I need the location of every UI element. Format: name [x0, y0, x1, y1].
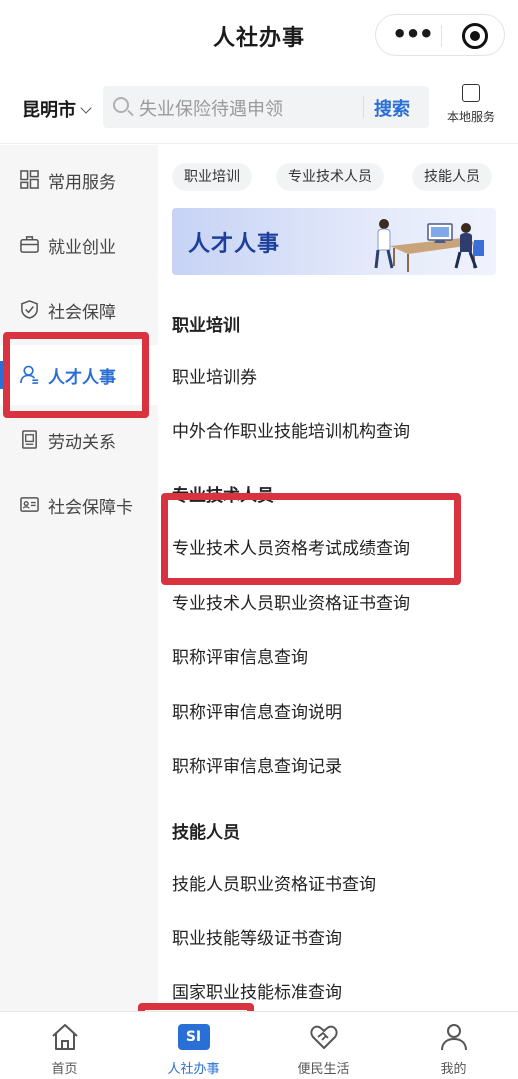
sidebar-item-label: 社会保障卡	[48, 498, 133, 518]
city-label: 昆明市	[22, 100, 76, 121]
sidebar-item-talent-personnel[interactable]: 人才人事	[0, 345, 158, 405]
target-icon[interactable]	[462, 23, 488, 49]
home-icon	[51, 1024, 78, 1050]
sidebar-item-social-security[interactable]: 社会保障	[0, 280, 158, 340]
id-card-icon	[20, 497, 39, 512]
chip-skilled-personnel[interactable]: 技能人员	[412, 163, 492, 191]
tab-label: 我的	[440, 1062, 467, 1077]
service-item[interactable]: 专业技术人员资格考试成绩查询	[172, 534, 410, 559]
sidebar-item-employment[interactable]: 就业创业	[0, 215, 158, 275]
search-button[interactable]: 搜索	[374, 95, 410, 121]
tab-label: 便民生活	[297, 1062, 350, 1077]
title-bar: 人社办事 •••	[0, 0, 518, 72]
section-title: 职业培训	[172, 316, 240, 336]
banner-title: 人才人事	[188, 232, 281, 257]
office-meeting-illustration	[374, 219, 484, 272]
contract-icon	[22, 430, 37, 449]
tab-label: 首页	[51, 1062, 78, 1077]
more-dots-icon[interactable]: •••	[392, 22, 434, 47]
chevron-down-icon	[80, 102, 92, 114]
service-list-panel: 职业培训 专业技术人员 技能人员 人才人事 职业培训 职业培训券 中外合作职业技…	[158, 145, 518, 1011]
sidebar-item-label: 人才人事	[48, 368, 116, 388]
chip-professional-technical[interactable]: 专业技术人员	[276, 163, 384, 191]
capsule-divider	[441, 25, 442, 47]
tab-convenient-life[interactable]: 便民生活	[259, 1012, 388, 1079]
service-item[interactable]: 职称评审信息查询	[172, 643, 308, 668]
city-selector[interactable]: 昆明市	[22, 96, 92, 122]
local-service-button[interactable]: 本地服务	[440, 84, 502, 125]
sidebar-item-common[interactable]: 常用服务	[0, 150, 158, 210]
chip-vocational-training[interactable]: 职业培训	[172, 163, 252, 191]
tab-hr-services[interactable]: SI 人社办事	[129, 1012, 258, 1079]
category-banner: 人才人事	[172, 208, 496, 275]
tab-mine[interactable]: 我的	[389, 1012, 518, 1079]
search-input[interactable]: 失业保险待遇申领 搜索	[103, 86, 429, 128]
tab-label: 人社办事	[167, 1062, 220, 1077]
user-icon	[440, 1024, 467, 1051]
sidebar-item-label: 社会保障	[48, 303, 116, 323]
square-icon	[462, 84, 480, 102]
search-divider	[363, 96, 364, 118]
service-item[interactable]: 职称评审信息查询说明	[172, 698, 342, 723]
service-item[interactable]: 国家职业技能标准查询	[172, 978, 342, 1003]
service-item[interactable]: 专业技术人员职业资格证书查询	[172, 589, 410, 614]
sidebar-item-labor-relations[interactable]: 劳动关系	[0, 410, 158, 470]
sidebar-item-label: 常用服务	[48, 173, 116, 193]
sidebar-item-label: 就业创业	[48, 238, 116, 258]
heart-hands-icon	[309, 1025, 338, 1049]
tab-home[interactable]: 首页	[0, 1012, 129, 1079]
search-placeholder: 失业保险待遇申领	[139, 99, 283, 120]
service-item[interactable]: 中外合作职业技能培训机构查询	[172, 417, 410, 442]
service-item[interactable]: 职业培训券	[172, 363, 257, 388]
search-row: 昆明市 失业保险待遇申领 搜索 本地服务	[0, 72, 518, 144]
service-item[interactable]: 职业技能等级证书查询	[172, 924, 342, 949]
si-badge-icon: SI	[177, 1024, 210, 1050]
category-sidebar: 常用服务 就业创业 社会保障 人才人事 劳动关系 社会保障卡	[0, 145, 158, 1011]
briefcase-icon	[20, 236, 39, 253]
service-item[interactable]: 技能人员职业资格证书查询	[172, 870, 376, 895]
service-item[interactable]: 职称评审信息查询记录	[172, 752, 342, 777]
section-title: 专业技术人员	[172, 486, 274, 506]
grid-icon	[20, 170, 39, 189]
person-icon	[20, 365, 39, 384]
bottom-tab-bar: 首页 SI 人社办事 便民生活 我的	[0, 1011, 518, 1079]
section-title: 技能人员	[172, 823, 240, 843]
local-service-label: 本地服务	[446, 110, 495, 124]
sidebar-item-label: 劳动关系	[48, 433, 116, 453]
shield-icon	[21, 300, 38, 319]
mini-program-capsule: •••	[375, 14, 505, 56]
search-icon	[113, 97, 129, 113]
sidebar-item-social-security-card[interactable]: 社会保障卡	[0, 475, 158, 535]
